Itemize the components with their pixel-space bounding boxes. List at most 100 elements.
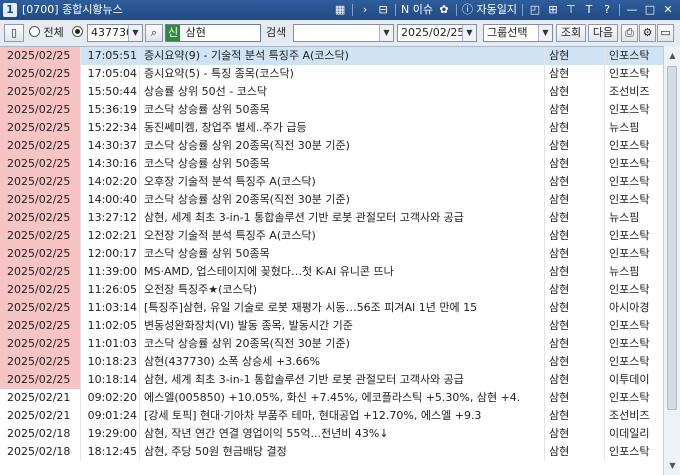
window-number[interactable]: 1 — [3, 3, 17, 17]
stock-cell: 삼현 — [545, 119, 605, 137]
subject-cell: 변동성완화장치(VI) 발동 종목, 발동시간 기준 — [140, 317, 545, 335]
source-cell: 이데일리 — [609, 427, 650, 440]
stock-code-input[interactable]: 437730 ▼ — [87, 24, 143, 42]
time-cell: 11:26:05 — [81, 281, 140, 299]
save-icon[interactable]: ⎙ — [621, 24, 638, 42]
date-cell: 2025/02/25 — [0, 281, 81, 299]
table-row[interactable]: 2025/02/25 15:36:19 코스닥 상승률 상위 50종목 삼현 인포스탁 — [0, 101, 663, 119]
titlebar-separator — [352, 4, 354, 16]
radio-all[interactable]: 전체 — [29, 24, 64, 42]
titlebar-icons: ▦ › ⊟ N 이슈 ✿ ⓘ 자동일지 ◰ ⊞ ⊤ T? — □ ✕ — [332, 2, 676, 18]
settings-icon[interactable]: ✿ — [436, 2, 452, 18]
vertical-scrollbar[interactable]: ▲ ▼ — [663, 46, 680, 475]
stock-cell: 삼현 — [545, 155, 605, 173]
table-row[interactable]: 2025/02/25 14:02:20 오후장 기술적 분석 특징주 A(코스닥) 삼… — [0, 173, 663, 191]
source-cell: 인포스탁 — [609, 139, 650, 152]
source-cell: 인포스탁 — [609, 319, 650, 332]
table-row[interactable]: 2025/02/25 11:02:05 변동성완화장치(VI) 발동 종목, 발동시… — [0, 317, 663, 335]
table-row[interactable]: 2025/02/25 12:00:17 코스닥 상승률 상위 50종목 삼현 인포스탁 — [0, 245, 663, 263]
table-row[interactable]: 2025/02/21 09:01:24 [강세 토픽] 현대·기아차 부품주 테마,… — [0, 407, 663, 425]
next-button[interactable]: 다음 — [588, 24, 618, 42]
radio-stock-icon[interactable] — [72, 26, 83, 37]
time-cell: 17:05:51 — [81, 47, 140, 65]
date-value: 2025/02/25 — [401, 26, 465, 39]
collapse-icon[interactable]: ▭ — [657, 24, 674, 42]
time-cell: 18:12:45 — [81, 443, 140, 461]
date-cell: 2025/02/21 — [0, 389, 81, 407]
table-row[interactable]: 2025/02/25 11:03:14 [특징주]삼현, 유일 기술로 로봇 재평가… — [0, 299, 663, 317]
stock-cell: 삼현 — [545, 245, 605, 263]
panel-toggle-icon[interactable]: ▯ — [4, 24, 24, 42]
subject-cell: 삼현, 세계 최초 3-in-1 통합솔루션 기반 로봇 관절모터 고객사와 공… — [140, 371, 545, 389]
table-row[interactable]: 2025/02/21 09:02:20 에스엘(005850) +10.05%, 화… — [0, 389, 663, 407]
table-row[interactable]: 2025/02/25 15:50:44 상승률 상위 50선 - 코스닥 삼현 조선비즈 — [0, 83, 663, 101]
table-row[interactable]: 2025/02/25 17:05:51 증시요약(9) - 기술적 분석 특징주 A… — [0, 47, 663, 65]
source-cell: 인포스탁 — [609, 337, 650, 350]
time-cell: 09:01:24 — [81, 407, 140, 425]
font-icon[interactable]: T — [581, 2, 597, 18]
stock-code-dropdown-icon[interactable]: ▼ — [128, 25, 142, 41]
table-row[interactable]: 2025/02/25 14:30:16 코스닥 상승률 상위 50종목 삼현 인포스탁 — [0, 155, 663, 173]
table-row[interactable]: 2025/02/18 18:12:45 삼현, 주당 50원 현금배당 결정 삼현 인포… — [0, 443, 663, 461]
time-cell: 15:50:44 — [81, 83, 140, 101]
table-row[interactable]: 2025/02/25 10:18:23 삼현(437730) 소폭 상승세 +3.6… — [0, 353, 663, 371]
auto-update-icon[interactable]: ⓘ 자동일지 — [461, 2, 518, 18]
time-cell: 11:02:05 — [81, 317, 140, 335]
titlebar-separator — [522, 4, 523, 16]
issue-icon[interactable]: N 이슈 — [400, 2, 434, 18]
table-row[interactable]: 2025/02/18 19:29:00 삼현, 작년 연간 연결 영업이익 55억.… — [0, 425, 663, 443]
stock-cell: 삼현 — [545, 137, 605, 155]
date-cell: 2025/02/25 — [0, 155, 81, 173]
table-row[interactable]: 2025/02/25 11:26:05 오전장 특징주★(코스닥) 삼현 인포스탁 — [0, 281, 663, 299]
time-cell: 12:00:17 — [81, 245, 140, 263]
radio-stock[interactable] — [72, 24, 83, 42]
stock-cell: 삼현 — [545, 407, 605, 425]
date-dropdown-icon[interactable]: ▼ — [462, 25, 476, 41]
grid-icon[interactable]: ▦ — [332, 2, 348, 18]
source-cell: 뉴스핌 — [609, 265, 640, 278]
scroll-up-icon[interactable]: ▲ — [665, 48, 680, 63]
gear-icon[interactable]: ⚙ — [639, 24, 656, 42]
toolbar: ▯ 전체 437730 ▼ ⌕ 신 삼현 검색 ▼ 2025/02/25 ▼ 그룹선… — [0, 20, 680, 47]
table-row[interactable]: 2025/02/25 12:02:21 오전장 기술적 분석 특징주 A(코스닥) 삼… — [0, 227, 663, 245]
time-cell: 15:36:19 — [81, 101, 140, 119]
table-row[interactable]: 2025/02/25 15:22:34 동진쎄미켐, 창업주 별세..주가 급등 삼현… — [0, 119, 663, 137]
stock-cell: 삼현 — [545, 209, 605, 227]
stock-cell: 삼현 — [545, 443, 605, 461]
group-select[interactable]: 그룹선택 ▼ — [483, 24, 553, 42]
subject-cell: 삼현, 작년 연간 연결 영업이익 55억...전년비 43%↓ — [140, 425, 545, 443]
scroll-thumb[interactable] — [667, 66, 677, 410]
window-icon[interactable]: ◰ — [527, 2, 543, 18]
table-row[interactable]: 2025/02/25 14:30:37 코스닥 상승률 상위 20종목(직전 30분… — [0, 137, 663, 155]
search-dropdown-icon[interactable]: ▼ — [379, 25, 393, 41]
layout-icon[interactable]: ⊞ — [545, 2, 561, 18]
scroll-down-icon[interactable]: ▼ — [665, 458, 680, 473]
maximize-icon[interactable]: □ — [642, 2, 658, 18]
table-row[interactable]: 2025/02/25 14:00:40 코스닥 상승률 상위 20종목(직전 30분… — [0, 191, 663, 209]
stock-cell: 삼현 — [545, 353, 605, 371]
table-row[interactable]: 2025/02/25 11:01:03 코스닥 상승률 상위 20종목(직전 30분… — [0, 335, 663, 353]
stock-name-field[interactable]: 신 삼현 — [165, 24, 261, 42]
table-row[interactable]: 2025/02/25 17:05:04 증시요약(5) - 특징 종목(코스닥) 삼현… — [0, 65, 663, 83]
search-icon[interactable]: ⌕ — [145, 24, 163, 42]
window-titlebar: 1 [0700] 종합시황뉴스 ▦ › ⊟ N 이슈 ✿ ⓘ 자동일지 ◰ ⊞ ⊤ T? — □ ✕ — [0, 0, 680, 20]
memo-icon[interactable]: ⊟ — [375, 2, 391, 18]
table-row[interactable]: 2025/02/25 10:18:14 삼현, 세계 최초 3-in-1 통합솔루션… — [0, 371, 663, 389]
time-cell: 11:39:00 — [81, 263, 140, 281]
close-icon[interactable]: ✕ — [660, 2, 676, 18]
time-cell: 14:02:20 — [81, 173, 140, 191]
time-cell: 19:29:00 — [81, 425, 140, 443]
source-cell: 조선비즈 — [609, 409, 650, 422]
table-row[interactable]: 2025/02/25 13:27:12 삼현, 세계 최초 3-in-1 통합솔루션… — [0, 209, 663, 227]
search-input[interactable]: ▼ — [293, 24, 394, 42]
group-select-dropdown-icon[interactable]: ▼ — [538, 25, 552, 41]
radio-all-icon[interactable] — [29, 26, 40, 37]
chevron-right-icon[interactable]: › — [357, 2, 373, 18]
minimize-icon[interactable]: — — [624, 2, 640, 18]
pin-icon[interactable]: ⊤ — [563, 2, 579, 18]
query-button[interactable]: 조회 — [556, 24, 586, 42]
table-row[interactable]: 2025/02/25 11:39:00 MS·AMD, 업스테이지에 꽂혔다…첫 K… — [0, 263, 663, 281]
date-field[interactable]: 2025/02/25 ▼ — [397, 24, 477, 42]
stock-cell: 삼현 — [545, 299, 605, 317]
help-icon[interactable]: ? — [599, 2, 615, 18]
